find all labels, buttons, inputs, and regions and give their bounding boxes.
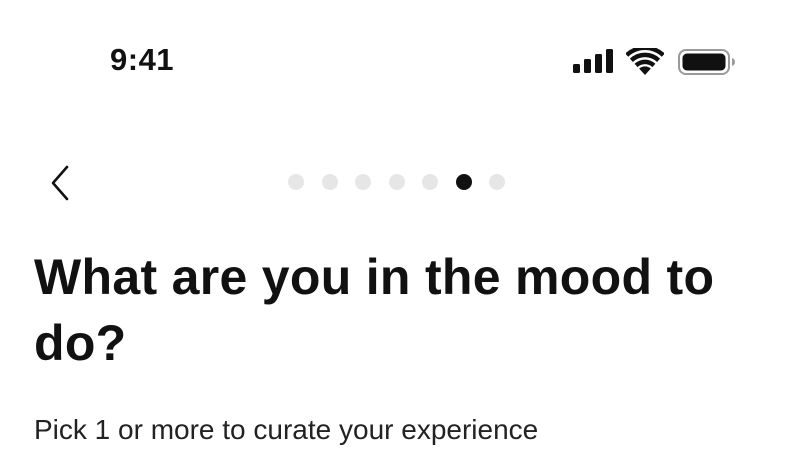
progress-dot	[489, 174, 505, 190]
progress-dots	[288, 173, 505, 191]
progress-dot-active	[455, 174, 472, 190]
page-subtitle: Pick 1 or more to curate your experience	[34, 414, 539, 445]
status-time: 9:41	[110, 42, 175, 77]
progress-dot	[388, 174, 405, 190]
status-icons	[573, 44, 738, 78]
battery-icon	[678, 49, 735, 75]
back-button[interactable]	[40, 162, 82, 204]
progress-dot	[422, 174, 438, 190]
wifi-icon	[626, 48, 664, 75]
chevron-left-icon	[51, 165, 69, 201]
signal-icon	[573, 49, 613, 73]
page-title: What are you in the mood to do?	[34, 249, 715, 371]
progress-dot	[355, 174, 371, 190]
progress-dot	[288, 174, 304, 190]
progress-dot	[321, 174, 338, 190]
